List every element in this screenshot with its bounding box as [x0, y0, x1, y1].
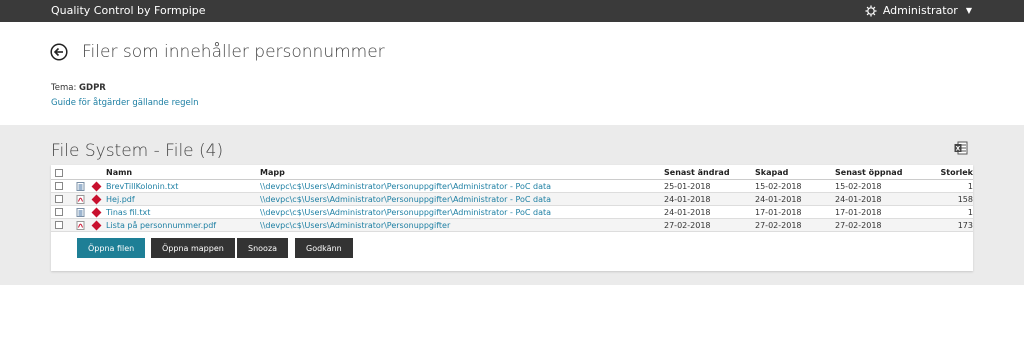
risk-diamond-icon [91, 194, 102, 205]
theme-line: Tema: GDPR [51, 83, 106, 93]
row-checkbox[interactable] [55, 221, 63, 229]
opened-date: 17-01-2018 [835, 208, 882, 217]
modified-date: 24-01-2018 [664, 208, 711, 217]
brand-title: Quality Control by Formpipe [51, 4, 206, 17]
excel-export-icon[interactable]: X [954, 141, 968, 155]
folder-path-link[interactable]: \\devpc\c$\Users\Administrator\Personupp… [260, 195, 551, 204]
col-created: Skapad [755, 168, 789, 177]
file-name-link[interactable]: Hej.pdf [106, 195, 135, 204]
opened-date: 15-02-2018 [835, 182, 882, 191]
chevron-down-icon: ▼ [965, 6, 972, 15]
table-row[interactable]: Tinas fil.txt \\devpc\c$\Users\Administr… [51, 206, 973, 219]
folder-path-link[interactable]: \\devpc\c$\Users\Administrator\Personupp… [260, 182, 551, 191]
created-date: 27-02-2018 [755, 221, 802, 230]
opened-date: 27-02-2018 [835, 221, 882, 230]
panel-title: File System - File (4) [51, 141, 224, 161]
page-title: Filer som innehåller personnummer [82, 42, 385, 62]
top-bar: Quality Control by Formpipe Administrato… [0, 0, 1024, 22]
created-date: 17-01-2018 [755, 208, 802, 217]
file-size: 1 [967, 182, 973, 191]
row-checkbox[interactable] [55, 182, 63, 190]
table-row[interactable]: Hej.pdf \\devpc\c$\Users\Administrator\P… [51, 193, 973, 206]
file-name-link[interactable]: BrevTillKolonin.txt [106, 182, 178, 191]
pdf-file-icon [76, 221, 85, 230]
modified-date: 24-01-2018 [664, 195, 711, 204]
gear-icon [865, 5, 877, 16]
risk-diamond-icon [91, 181, 102, 192]
folder-path-link[interactable]: \\devpc\c$\Users\Administrator\Personupp… [260, 208, 551, 217]
created-date: 15-02-2018 [755, 182, 802, 191]
modified-date: 25-01-2018 [664, 182, 711, 191]
risk-diamond-icon [91, 220, 102, 231]
svg-text:X: X [956, 146, 961, 153]
risk-diamond-icon [91, 207, 102, 218]
snooze-button[interactable]: Snooza [237, 238, 289, 258]
txt-file-icon [76, 208, 85, 217]
table-row[interactable]: Lista på personnummer.pdf \\devpc\c$\Use… [51, 219, 973, 232]
approve-button[interactable]: Godkänn [295, 238, 353, 258]
col-opened: Senast öppnad [835, 168, 903, 177]
opened-date: 24-01-2018 [835, 195, 882, 204]
back-arrow-icon[interactable] [50, 43, 68, 61]
col-name: Namn [106, 168, 133, 177]
modified-date: 27-02-2018 [664, 221, 711, 230]
user-menu[interactable]: Administrator ▼ [865, 4, 972, 17]
file-name-link[interactable]: Tinas fil.txt [106, 208, 150, 217]
file-size: 158 [957, 195, 973, 204]
row-checkbox[interactable] [55, 195, 63, 203]
txt-file-icon [76, 182, 85, 191]
table-row[interactable]: BrevTillKolonin.txt \\devpc\c$\Users\Adm… [51, 180, 973, 193]
table-header: Namn Mapp Senast ändrad Skapad Senast öp… [51, 166, 973, 180]
select-all-checkbox[interactable] [55, 169, 63, 177]
file-size: 1 [967, 208, 973, 217]
guide-link[interactable]: Guide för åtgärder gällande regeln [51, 98, 199, 108]
theme-value: GDPR [79, 83, 106, 93]
theme-label: Tema: [51, 83, 77, 93]
pdf-file-icon [76, 195, 85, 204]
row-checkbox[interactable] [55, 208, 63, 216]
user-name: Administrator [882, 4, 958, 17]
open-folder-button[interactable]: Öppna mappen [151, 238, 235, 258]
col-modified: Senast ändrad [664, 168, 730, 177]
col-size: Storlek [940, 168, 973, 177]
open-file-button[interactable]: Öppna filen [77, 238, 146, 258]
file-name-link[interactable]: Lista på personnummer.pdf [106, 221, 216, 230]
file-size: 173 [957, 221, 973, 230]
created-date: 24-01-2018 [755, 195, 802, 204]
folder-path-link[interactable]: \\devpc\c$\Users\Administrator\Personupp… [260, 221, 450, 230]
col-folder: Mapp [260, 168, 285, 177]
